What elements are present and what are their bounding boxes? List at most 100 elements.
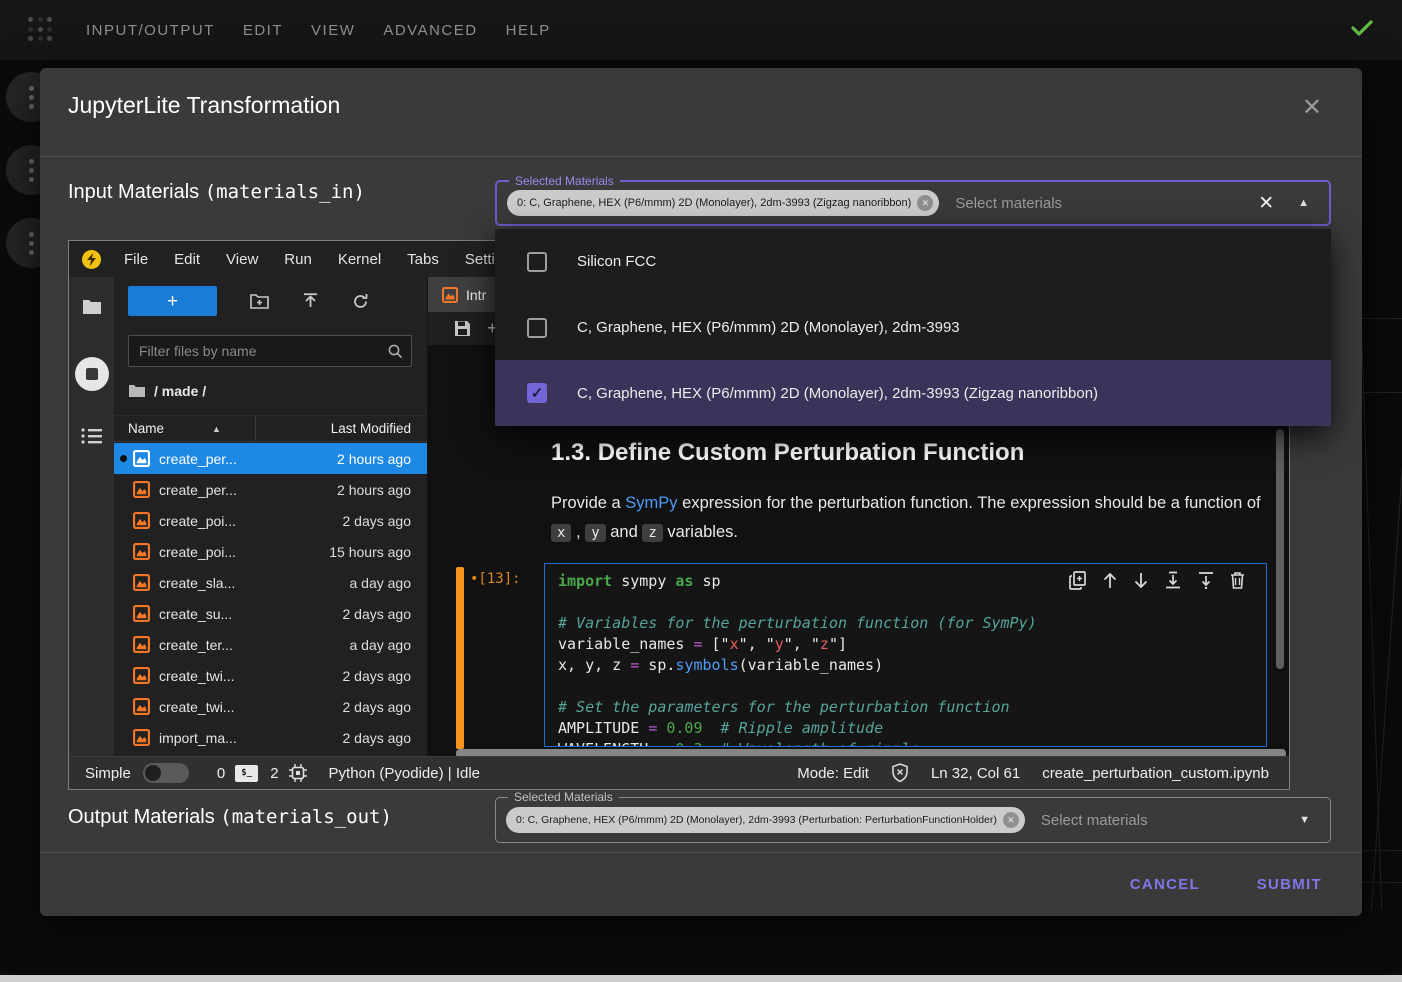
code-line: x, y, z = sp.symbols(variable_names) [558,655,1266,676]
delete-cell-icon[interactable] [1230,571,1245,590]
file-row[interactable]: create_su...2 days ago [114,598,427,629]
top-menu-item-advanced[interactable]: ADVANCED [383,22,477,39]
file-modified: 2 days ago [343,606,428,622]
file-modified: a day ago [350,575,428,591]
file-row[interactable]: create_per...2 hours ago [114,443,427,474]
chip-delete-icon[interactable]: ✕ [1003,812,1019,828]
section-heading: 1.3. Define Custom Perturbation Function [551,439,1024,467]
top-menu-item-input-output[interactable]: INPUT/OUTPUT [86,22,215,39]
jlab-menu-item-tabs[interactable]: Tabs [394,251,452,268]
trust-shield-icon[interactable] [891,763,909,783]
output-materials-code: (materials_out) [220,806,392,828]
jupyterlab-statusbar: Simple 0 $_ 2 Python (Pyodide) | Idle Mo… [69,756,1289,789]
breadcrumb[interactable]: / made / [128,377,206,405]
sympy-link[interactable]: SymPy [625,494,677,512]
column-header-name[interactable]: Name ▲ [114,416,256,441]
notebook-file-icon [133,481,150,498]
file-row[interactable]: create_poi...2 days ago [114,505,427,536]
save-icon[interactable] [454,320,471,337]
running-sessions-tab-icon[interactable] [74,356,110,397]
checkbox-unchecked[interactable] [527,318,547,338]
chip-delete-icon[interactable]: ✕ [917,195,933,211]
vertical-scrollbar[interactable] [1276,429,1284,669]
chip-label: 0: C, Graphene, HEX (P6/mmm) 2D (Monolay… [516,814,997,826]
top-menu-item-view[interactable]: VIEW [311,22,355,39]
file-row[interactable]: create_poi... 15 hours ago [114,536,427,567]
material-option[interactable]: C, Graphene, HEX (P6/mmm) 2D (Monolayer)… [495,295,1331,361]
app-logo-icon[interactable] [28,17,54,43]
move-cell-up-icon[interactable] [1102,571,1118,590]
file-row[interactable]: create_twi...2 days ago [114,660,427,691]
code-token: ", " [739,635,775,653]
file-row[interactable]: create_ter...a day ago [114,629,427,660]
kernel-status[interactable]: Python (Pyodide) | Idle [329,765,480,782]
paragraph-text: Provide a [551,494,625,512]
file-name: create_poi... [159,544,236,560]
file-modified: 2 days ago [343,513,428,529]
simple-mode-toggle[interactable] [143,763,189,783]
terminals-count[interactable]: 0 [217,765,225,782]
output-materials-label-text: Output Materials [68,806,220,828]
file-modified: 15 hours ago [329,544,427,560]
cursor-position[interactable]: Ln 32, Col 61 [931,765,1020,782]
insert-cell-below-icon[interactable] [1197,571,1215,590]
code-token: = [648,719,657,737]
checkbox-checked[interactable]: ✓ [527,383,547,403]
bottom-scrollbar[interactable] [0,975,1402,982]
code-token: y [775,635,784,653]
file-row[interactable]: create_per...2 hours ago [114,474,427,505]
new-folder-icon[interactable] [250,294,269,309]
duplicate-cell-icon[interactable] [1069,571,1087,590]
jlab-menu-item-kernel[interactable]: Kernel [325,251,394,268]
table-of-contents-tab-icon[interactable] [81,427,103,450]
jupyterlite-kernel-icon [82,250,101,269]
terminal-icon[interactable]: $_ [235,765,258,782]
code-token: as [675,572,693,590]
refresh-icon[interactable] [352,293,369,310]
selected-output-chip[interactable]: 0: C, Graphene, HEX (P6/mmm) 2D (Monolay… [506,807,1025,833]
selected-material-chip[interactable]: 0: C, Graphene, HEX (P6/mmm) 2D (Monolay… [507,190,939,216]
output-materials-select[interactable]: Selected Materials 0: C, Graphene, HEX (… [495,797,1331,843]
submit-button[interactable]: SUBMIT [1247,868,1332,901]
new-launcher-button[interactable]: + [128,286,217,316]
top-menu-item-edit[interactable]: EDIT [243,22,283,39]
input-materials-select[interactable]: Selected Materials 0: C, Graphene, HEX (… [495,180,1331,226]
code-token: WAVELENGTH [558,740,657,747]
collapse-dropdown-icon[interactable]: ▲ [1298,197,1309,209]
expand-dropdown-icon[interactable]: ▼ [1299,814,1310,826]
top-menu-item-help[interactable]: HELP [506,22,551,39]
code-token: # Variables for the perturbation functio… [558,614,1037,632]
insert-cell-above-icon[interactable] [1164,571,1182,590]
materials-dropdown: Silicon FCCC, Graphene, HEX (P6/mmm) 2D … [495,229,1331,426]
jlab-menu-item-edit[interactable]: Edit [161,251,213,268]
code-token: = [630,656,639,674]
code-cell-editor[interactable]: import sympy as sp # Variables for the p… [544,563,1267,747]
kernels-count[interactable]: 2 [270,765,278,782]
file-row[interactable]: create_twi...2 days ago [114,691,427,722]
file-browser-tab-icon[interactable] [82,299,102,320]
material-option[interactable]: ✓C, Graphene, HEX (P6/mmm) 2D (Monolayer… [495,360,1331,426]
cell-collapser[interactable] [456,567,464,749]
horizontal-scrollbar[interactable] [456,749,1286,756]
kernel-icon[interactable] [289,764,307,782]
cancel-button[interactable]: CANCEL [1120,868,1210,901]
file-row[interactable]: import_ma...2 days ago [114,722,427,753]
filter-files-input[interactable] [129,343,387,359]
checkbox-unchecked[interactable] [527,252,547,272]
header-divider [40,156,1362,157]
upload-icon[interactable] [302,293,319,309]
code-token: ", " [784,635,820,653]
file-name: create_ter... [159,637,233,653]
notebook-file-icon [133,729,150,746]
file-row[interactable]: create_sla...a day ago [114,567,427,598]
file-modified: 2 days ago [343,730,428,746]
close-icon[interactable]: ✕ [1302,96,1322,120]
code-line: AMPLITUDE = 0.09 # Ripple amplitude [558,718,1266,739]
jlab-menu-item-run[interactable]: Run [271,251,325,268]
clear-selection-icon[interactable]: ✕ [1258,194,1274,213]
jlab-menu-item-file[interactable]: File [111,251,161,268]
jlab-menu-item-view[interactable]: View [213,251,271,268]
move-cell-down-icon[interactable] [1133,571,1149,590]
column-header-modified[interactable]: Last Modified [256,421,427,436]
material-option[interactable]: Silicon FCC [495,229,1331,295]
